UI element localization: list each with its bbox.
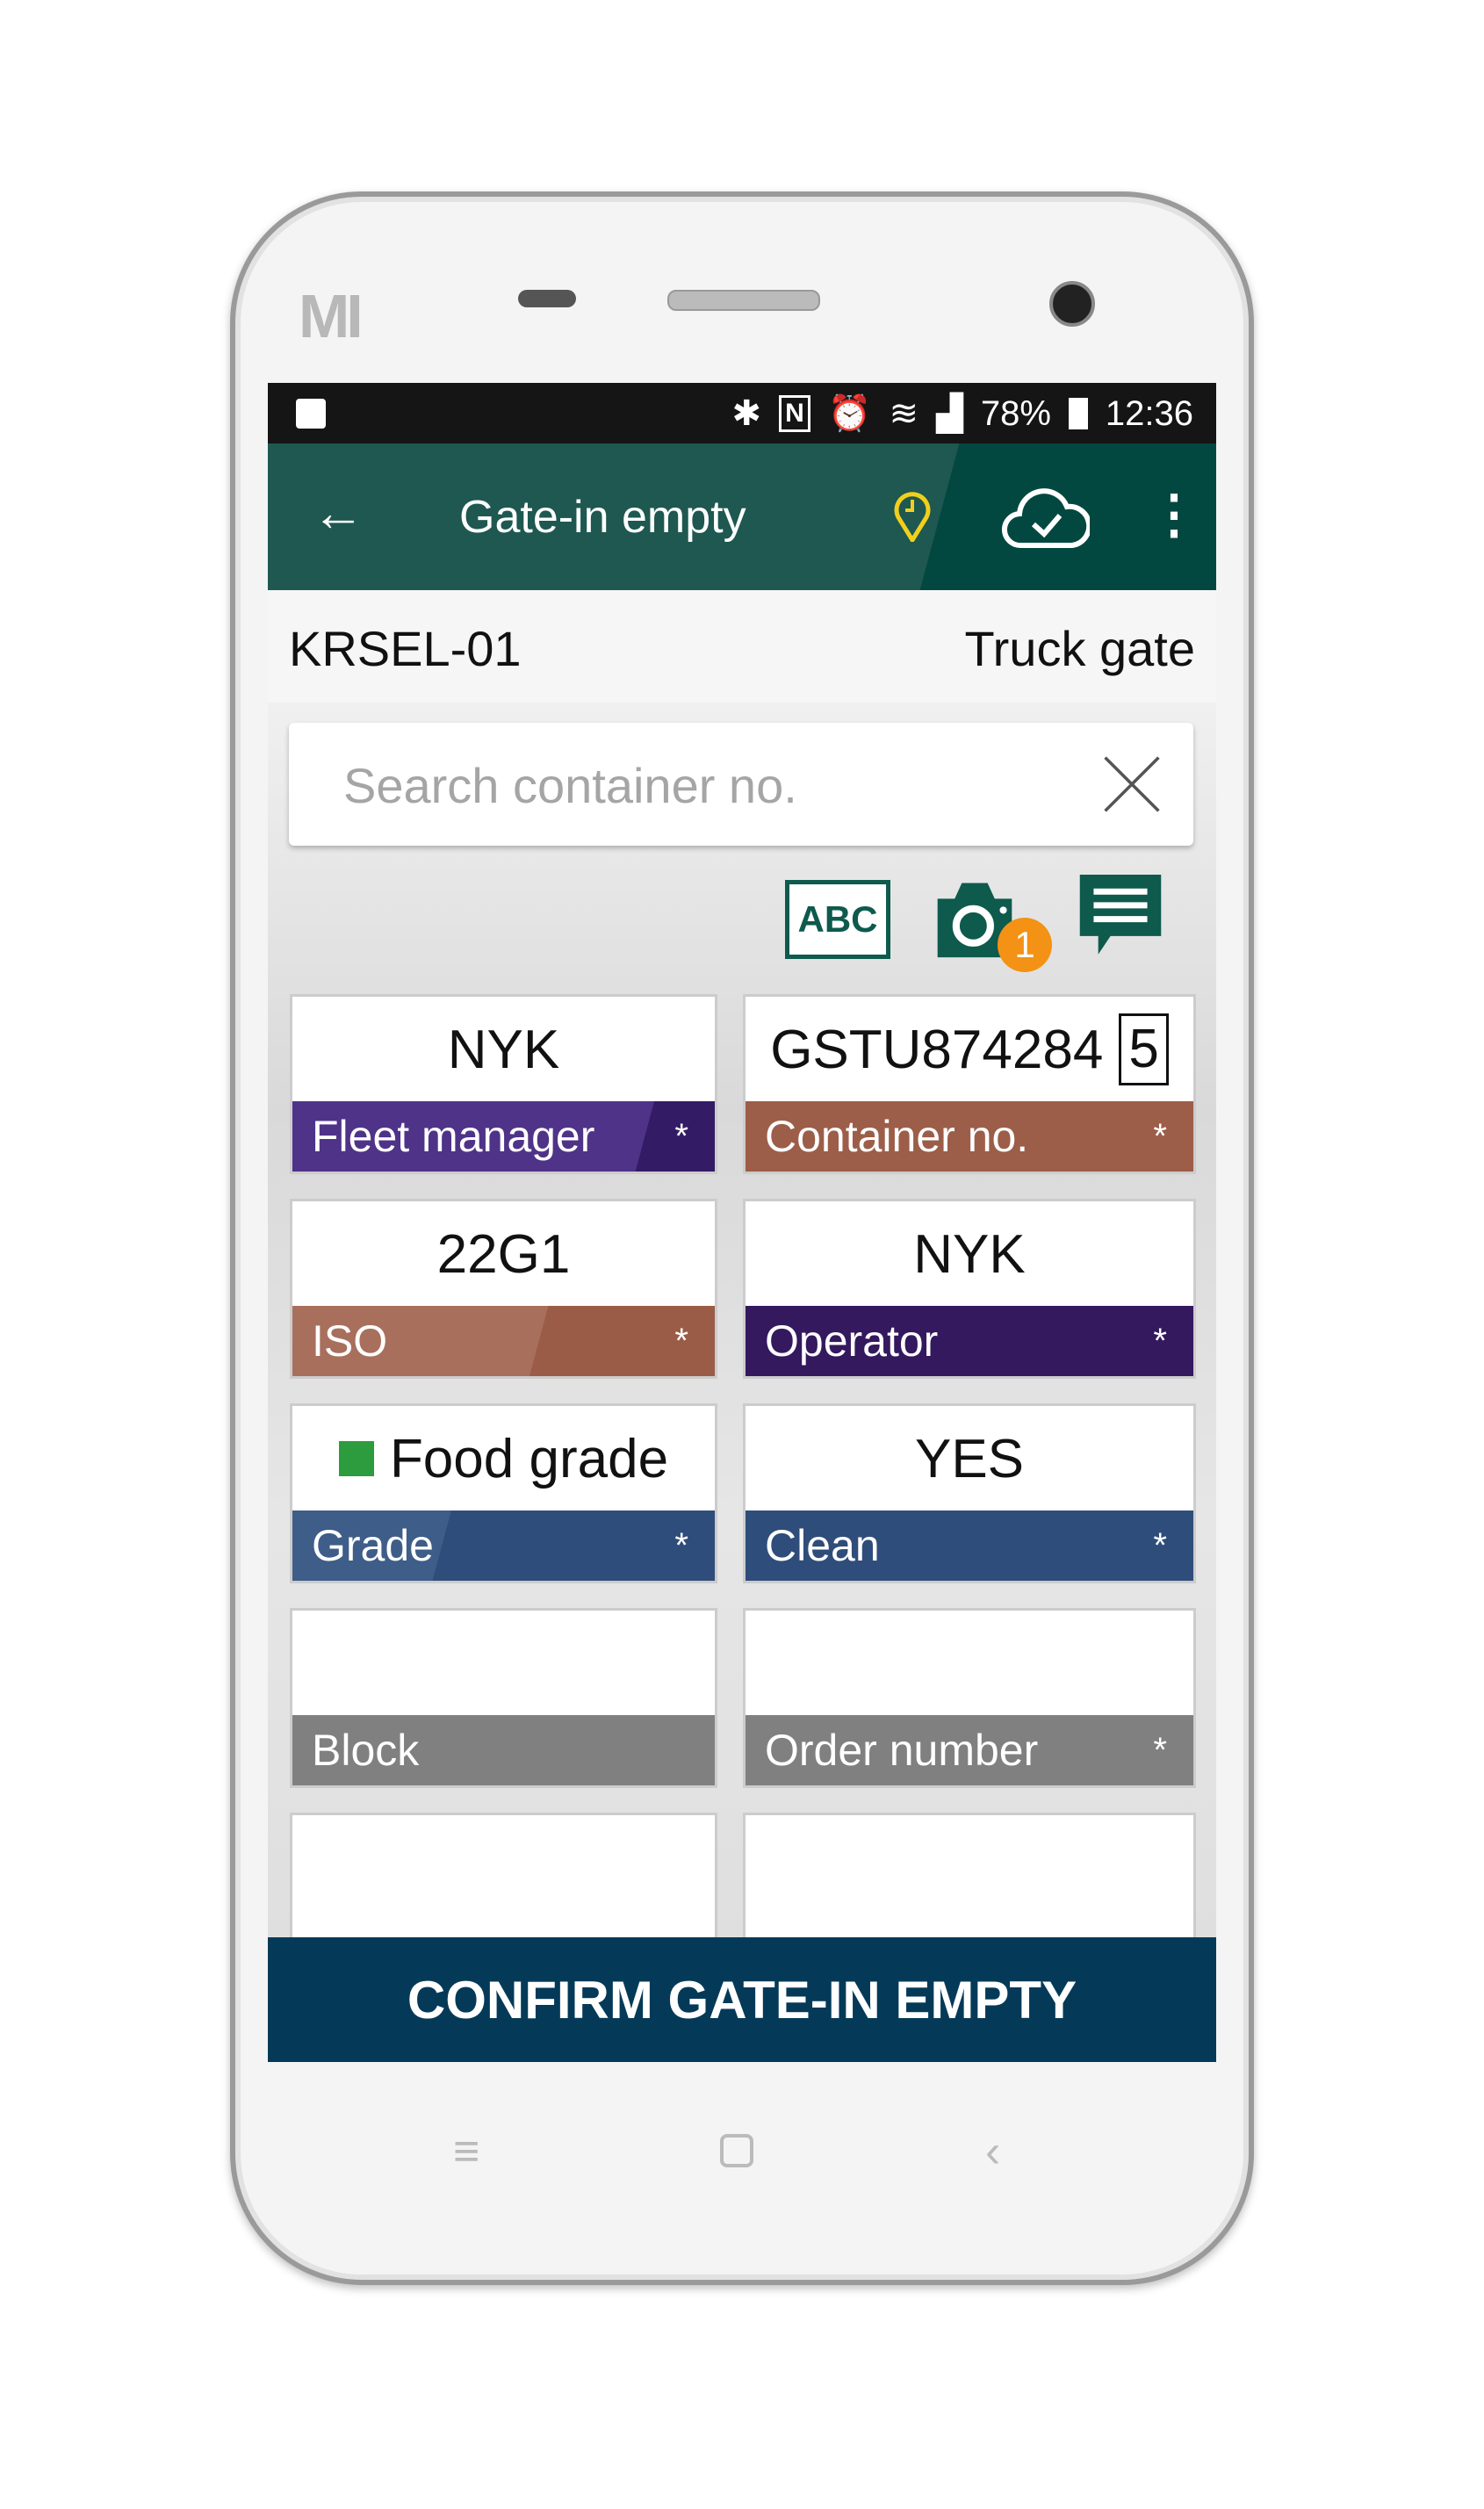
brand-logo: MI xyxy=(299,282,364,350)
nfc-icon: N xyxy=(779,395,810,432)
app-toolbar: ← Gate-in empty ⋮ xyxy=(268,443,1216,590)
status-bar: ✱ N ⏰ ≋ ▟ 78% 12:36 xyxy=(268,383,1216,443)
required-marker: * xyxy=(674,1526,688,1565)
signal-icon: ▟ xyxy=(936,394,963,433)
front-camera xyxy=(1049,281,1095,327)
search-container xyxy=(289,723,1193,847)
field-label: Clean xyxy=(765,1521,880,1570)
field-block[interactable]: Block xyxy=(290,1608,717,1788)
field-label: Grade xyxy=(312,1521,434,1570)
arrow-left-icon[interactable]: ← xyxy=(312,482,364,543)
field-label: Fleet manager xyxy=(312,1112,595,1161)
field-value xyxy=(746,1611,1193,1716)
field-value: YES xyxy=(914,1428,1025,1489)
field-iso[interactable]: 22G1 ISO * xyxy=(290,1199,717,1379)
field-value: NYK xyxy=(447,1019,560,1080)
photo-count-badge: 1 xyxy=(998,917,1052,972)
required-marker: * xyxy=(1153,1322,1167,1360)
proximity-sensor xyxy=(518,290,576,307)
field-order-number[interactable]: Order number * xyxy=(743,1608,1196,1788)
field-clean[interactable]: YES Clean * xyxy=(743,1403,1196,1583)
comment-button[interactable] xyxy=(1075,875,1166,963)
system-nav-bar: ≡ ‹ xyxy=(0,2125,1484,2187)
location-clock-icon[interactable] xyxy=(893,489,932,546)
field-value: NYK xyxy=(913,1223,1026,1285)
location-code: KRSEL-01 xyxy=(289,621,522,676)
field-label: Operator xyxy=(765,1316,939,1366)
close-icon[interactable] xyxy=(1102,754,1162,818)
search-input[interactable] xyxy=(342,723,1048,847)
field-grade[interactable]: Food grade Grade * xyxy=(290,1403,717,1583)
field-value: 22G1 xyxy=(436,1223,571,1285)
menu-icon[interactable]: ≡ xyxy=(453,2125,479,2178)
gate-type: Truck gate xyxy=(964,621,1195,676)
required-marker: * xyxy=(674,1117,688,1156)
clock: 12:36 xyxy=(1105,394,1193,433)
required-marker: * xyxy=(1153,1526,1167,1565)
wifi-icon: ≋ xyxy=(889,394,919,433)
confirm-gate-in-button[interactable]: CONFIRM GATE-IN EMPTY xyxy=(268,1937,1216,2062)
ocr-scan-button[interactable]: ABC xyxy=(785,879,890,959)
field-label: Container no. xyxy=(765,1112,1029,1161)
field-value: Food grade xyxy=(389,1428,669,1489)
field-label: Order number xyxy=(765,1726,1039,1775)
cloud-check-icon[interactable] xyxy=(1001,484,1092,555)
app-screen: ✱ N ⏰ ≋ ▟ 78% 12:36 ← Gate-in empty ⋮ KR… xyxy=(268,383,1216,2062)
ocr-label: ABC xyxy=(797,898,878,940)
required-marker: * xyxy=(674,1322,688,1360)
battery-icon xyxy=(1068,398,1088,429)
field-label: Block xyxy=(312,1726,420,1775)
check-digit: 5 xyxy=(1119,1013,1169,1085)
page-title: Gate-in empty xyxy=(459,492,746,543)
field-value xyxy=(292,1611,715,1716)
more-vert-icon[interactable]: ⋮ xyxy=(1148,484,1200,545)
camera-button[interactable]: 1 xyxy=(931,877,1052,972)
field-operator[interactable]: NYK Operator * xyxy=(743,1199,1196,1379)
field-value: GSTU874284 xyxy=(770,1019,1104,1080)
field-label: ISO xyxy=(312,1316,388,1366)
earpiece-speaker xyxy=(667,290,820,311)
field-fleet-manager[interactable]: NYK Fleet manager * xyxy=(290,994,717,1174)
required-marker: * xyxy=(1153,1117,1167,1156)
back-icon[interactable]: ‹ xyxy=(985,2125,1000,2178)
form-area: ABC 1 NYK Fleet manager * GSTU8742845 Con… xyxy=(268,703,1216,2062)
gate-info-row: KRSEL-01 Truck gate xyxy=(268,590,1216,703)
required-marker: * xyxy=(1153,1731,1167,1770)
field-container-no[interactable]: GSTU874284 5 Container no. * xyxy=(743,994,1196,1174)
gallery-icon xyxy=(296,399,326,429)
battery-percent: 78% xyxy=(980,394,1051,433)
home-icon[interactable] xyxy=(720,2134,753,2167)
chat-message-icon xyxy=(1079,875,1162,955)
grade-color-indicator xyxy=(338,1441,374,1476)
alarm-icon: ⏰ xyxy=(827,394,872,433)
bluetooth-icon: ✱ xyxy=(731,394,762,433)
